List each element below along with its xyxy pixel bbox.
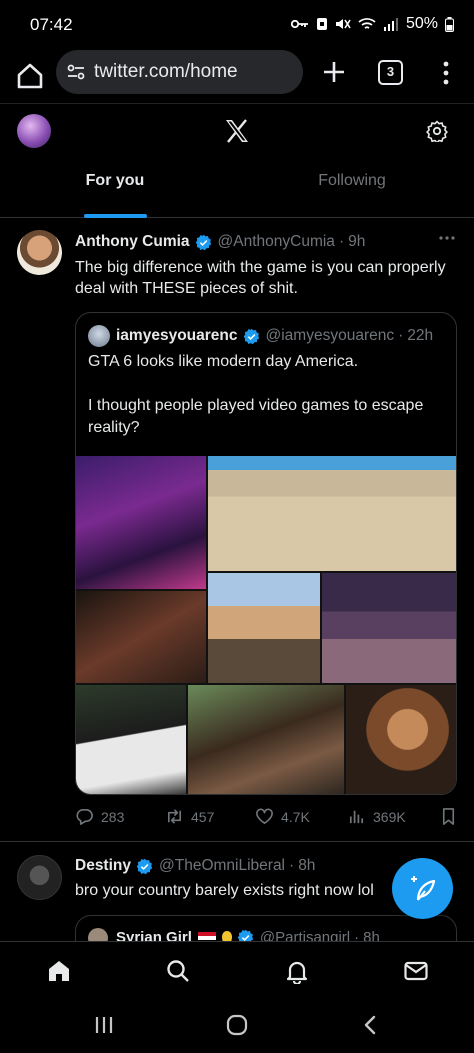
tweet[interactable]: Anthony Cumia @AnthonyCumia · 9h The big… [0,219,474,842]
home-icon[interactable] [14,60,46,92]
wifi-icon [358,18,376,29]
tab-following[interactable]: Following [297,172,407,190]
bookmark-icon [442,808,455,825]
tab-for-you[interactable]: For you [60,172,170,190]
battery-icon [445,16,454,32]
retweet-icon [167,809,182,824]
author-handle[interactable]: @TheOmniLiberal [159,857,285,875]
tweet-timestamp[interactable]: 9h [348,233,365,251]
tweet-text: bro your country barely exists right now… [75,882,374,899]
system-navigation-bar [0,1001,474,1053]
media-image[interactable] [346,685,456,794]
quoted-tweet[interactable]: iamyesyouarenc @iamyesyouarenc · 22h GTA… [75,312,457,795]
retweet-count: 457 [191,808,215,825]
active-tab-indicator [84,214,147,218]
quoted-text-line: I thought people played video games to e… [88,397,424,436]
verified-badge-icon [136,858,153,874]
reply-icon [76,809,93,825]
tweet-header: Destiny @TheOmniLiberal · 8h [75,857,315,875]
author-handle[interactable]: @AnthonyCumia [218,233,335,251]
twitter-header: For you Following [0,104,474,218]
battery-percentage: 50% [405,15,438,32]
quoted-tweet-timestamp: 22h [407,327,434,344]
author-name[interactable]: Destiny [75,857,131,875]
like-button[interactable]: 4.7K [255,807,310,826]
tweet-header: Anthony Cumia @AnthonyCumia · 9h [75,233,365,251]
tweet-actions: 283 457 4.7K 369K [75,807,457,829]
media-image[interactable] [322,573,456,683]
view-count: 369K [373,808,406,825]
recents-icon[interactable] [94,1015,114,1035]
views-chart-icon [349,810,364,824]
back-chevron-icon[interactable] [362,1014,378,1036]
x-logo-icon[interactable] [224,118,250,144]
quoted-tweet[interactable]: Syrian Girl @Partisangirl · 8h [75,915,457,943]
reply-count: 283 [101,808,125,825]
media-image[interactable] [76,685,186,794]
compose-tweet-button[interactable] [392,858,453,919]
browser-toolbar: twitter.com/home 3 [0,50,474,104]
site-settings-icon[interactable] [66,62,86,82]
address-bar[interactable]: twitter.com/home [56,50,303,94]
media-image[interactable] [188,685,344,794]
more-vert-icon[interactable] [436,60,456,86]
author-avatar[interactable] [17,855,62,900]
compose-feather-icon [411,876,436,901]
quoted-author-handle: @iamyesyouarenc [265,327,395,344]
media-image[interactable] [208,573,320,683]
like-count: 4.7K [281,808,310,825]
signal-icon [383,18,398,31]
notifications-bell-icon[interactable] [284,958,310,984]
bottom-navigation [0,941,474,1001]
verified-badge-icon [243,328,259,344]
media-image[interactable] [76,456,206,589]
quoted-text-line: GTA 6 looks like modern day America. [88,353,359,370]
more-horizontal-icon[interactable] [438,233,456,243]
heart-icon [256,808,273,824]
search-icon[interactable] [165,958,191,984]
quoted-tweet-text: GTA 6 looks like modern day America. I t… [88,351,448,439]
messages-envelope-icon[interactable] [403,958,429,984]
status-time: 07:42 [30,15,73,34]
separator-dot: · [338,233,345,250]
home-circle-icon[interactable] [226,1014,248,1036]
mute-icon [335,19,351,29]
profile-avatar[interactable] [17,114,51,148]
verified-badge-icon [195,234,211,250]
bookmark-button[interactable] [439,807,465,826]
reply-button[interactable]: 283 [75,807,124,826]
media-image[interactable] [208,456,456,571]
new-tab-icon[interactable] [320,58,348,86]
quoted-author-name: iamyesyouarenc [116,327,238,344]
views-button[interactable]: 369K [347,807,406,826]
quoted-author-avatar [88,325,110,347]
settings-gear-icon[interactable] [426,120,448,142]
key-icon [290,19,308,29]
status-bar: 07:42 50% [0,0,474,50]
status-icons: 50% [290,15,454,33]
retweet-button[interactable]: 457 [165,807,214,826]
tab-switcher-button[interactable]: 3 [378,60,403,85]
separator-dot: · [398,327,404,344]
media-grid[interactable] [76,456,456,794]
lock-notification-icon [316,18,327,30]
url-text[interactable]: twitter.com/home [94,61,238,83]
author-avatar[interactable] [17,230,62,275]
tweet-timestamp[interactable]: 8h [298,857,315,875]
author-name[interactable]: Anthony Cumia [75,233,190,251]
home-filled-icon[interactable] [46,958,72,984]
separator-dot: · [289,857,295,874]
media-image[interactable] [76,591,206,683]
tweet-text: The big difference with the game is you … [75,259,446,297]
quoted-tweet-header: iamyesyouarenc @iamyesyouarenc · 22h [116,327,433,345]
